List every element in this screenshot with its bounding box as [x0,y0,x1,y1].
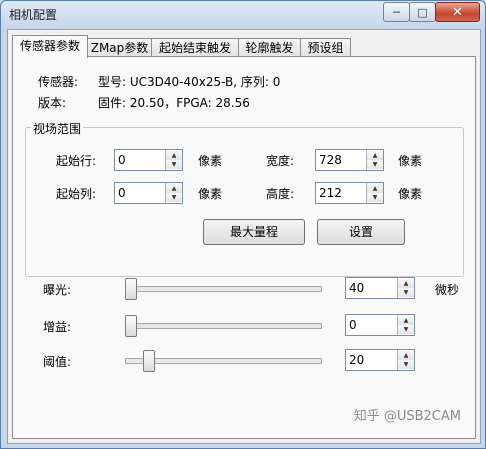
maximize-button[interactable]: □ [409,2,436,22]
exposure-spinbox[interactable]: 40 ▲ ▼ [345,277,415,299]
start-col-value: 0 [118,186,126,200]
start-col-unit: 像素 [198,187,223,201]
fov-group: 视场范围 起始行: 0 ▲ ▼ 像素 宽度: 728 ▲ ▼ 像素 起始列: 0… [25,120,464,277]
title-bar[interactable]: 相机配置 ─ □ ✕ [1,1,485,27]
spin-down-icon[interactable]: ▼ [398,360,414,369]
height-unit: 像素 [398,187,423,201]
start-row-label: 起始行: [56,154,97,168]
sensor-model-value: 型号: UC3D40-40x25-B, 序列: 0 [98,75,281,89]
start-row-spinbox[interactable]: 0 ▲ ▼ [114,149,183,171]
tab-start-end-trigger[interactable]: 起始结束触发 [151,38,239,57]
threshold-spinner: ▲ ▼ [397,350,414,370]
spin-down-icon[interactable]: ▼ [398,325,414,334]
gain-spinner: ▲ ▼ [397,315,414,335]
threshold-value: 20 [349,353,365,367]
threshold-slider-thumb[interactable] [143,350,156,372]
version-label: 版本: [38,96,67,110]
gain-slider-track[interactable] [125,323,322,329]
max-range-button[interactable]: 最大量程 [203,219,305,245]
exposure-value: 40 [349,281,365,295]
exposure-slider-track[interactable] [125,286,322,292]
tab-profile-trigger[interactable]: 轮廓触发 [238,38,301,57]
start-col-spinner: ▲ ▼ [165,183,182,203]
close-icon: ✕ [452,4,463,20]
width-value: 728 [319,153,342,167]
spin-down-icon[interactable]: ▼ [398,288,414,297]
start-row-value: 0 [118,153,126,167]
height-spinner: ▲ ▼ [366,183,383,203]
dialog-client: 传感器参数 ZMap参数 起始结束触发 轮廓触发 预设组 传感器: 型号: UC… [7,29,481,444]
gain-label: 增益: [43,320,72,334]
height-label: 高度: [266,187,295,201]
start-col-spinbox[interactable]: 0 ▲ ▼ [114,182,183,204]
tab-preset-group[interactable]: 预设组 [300,38,351,57]
height-value: 212 [319,186,342,200]
gain-slider-thumb[interactable] [125,315,137,337]
tab-zmap-params[interactable]: ZMap参数 [87,38,152,57]
threshold-spinbox[interactable]: 20 ▲ ▼ [345,349,415,371]
fov-group-title: 视场范围 [31,120,84,137]
minimize-button[interactable]: ─ [383,2,410,22]
watermark: 知乎 @USB2CAM [353,409,461,424]
minimize-icon: ─ [393,5,400,19]
version-value: 固件: 20.50，FPGA: 28.56 [98,96,250,110]
maximize-icon: □ [417,5,428,19]
width-unit: 像素 [398,154,423,168]
camera-config-window: 相机配置 ─ □ ✕ 传感器参数 ZMap参数 起始结束触发 轮廓触发 预设组 … [0,0,486,449]
spin-down-icon[interactable]: ▼ [367,193,383,202]
spin-down-icon[interactable]: ▼ [367,160,383,169]
sensor-params-page: 传感器: 型号: UC3D40-40x25-B, 序列: 0 版本: 固件: 2… [12,56,476,439]
start-row-spinner: ▲ ▼ [165,150,182,170]
tab-sensor-params[interactable]: 传感器参数 [12,35,88,58]
gain-spinbox[interactable]: 0 ▲ ▼ [345,314,415,336]
start-row-unit: 像素 [198,154,223,168]
set-button[interactable]: 设置 [317,219,405,245]
width-spinner: ▲ ▼ [366,150,383,170]
threshold-label: 阈值: [43,355,72,369]
start-col-label: 起始列: [56,187,97,201]
height-spinbox[interactable]: 212 ▲ ▼ [315,182,384,204]
exposure-spinner: ▲ ▼ [397,278,414,298]
window-title: 相机配置 [9,8,58,22]
width-spinbox[interactable]: 728 ▲ ▼ [315,149,384,171]
spin-down-icon[interactable]: ▼ [166,193,182,202]
width-label: 宽度: [266,154,295,168]
gain-value: 0 [349,318,357,332]
spin-down-icon[interactable]: ▼ [166,160,182,169]
sensor-label: 传感器: [38,75,79,89]
close-button[interactable]: ✕ [435,2,480,22]
exposure-slider-thumb[interactable] [125,278,137,300]
exposure-unit: 微秒 [435,283,460,297]
exposure-label: 曝光: [43,283,72,297]
